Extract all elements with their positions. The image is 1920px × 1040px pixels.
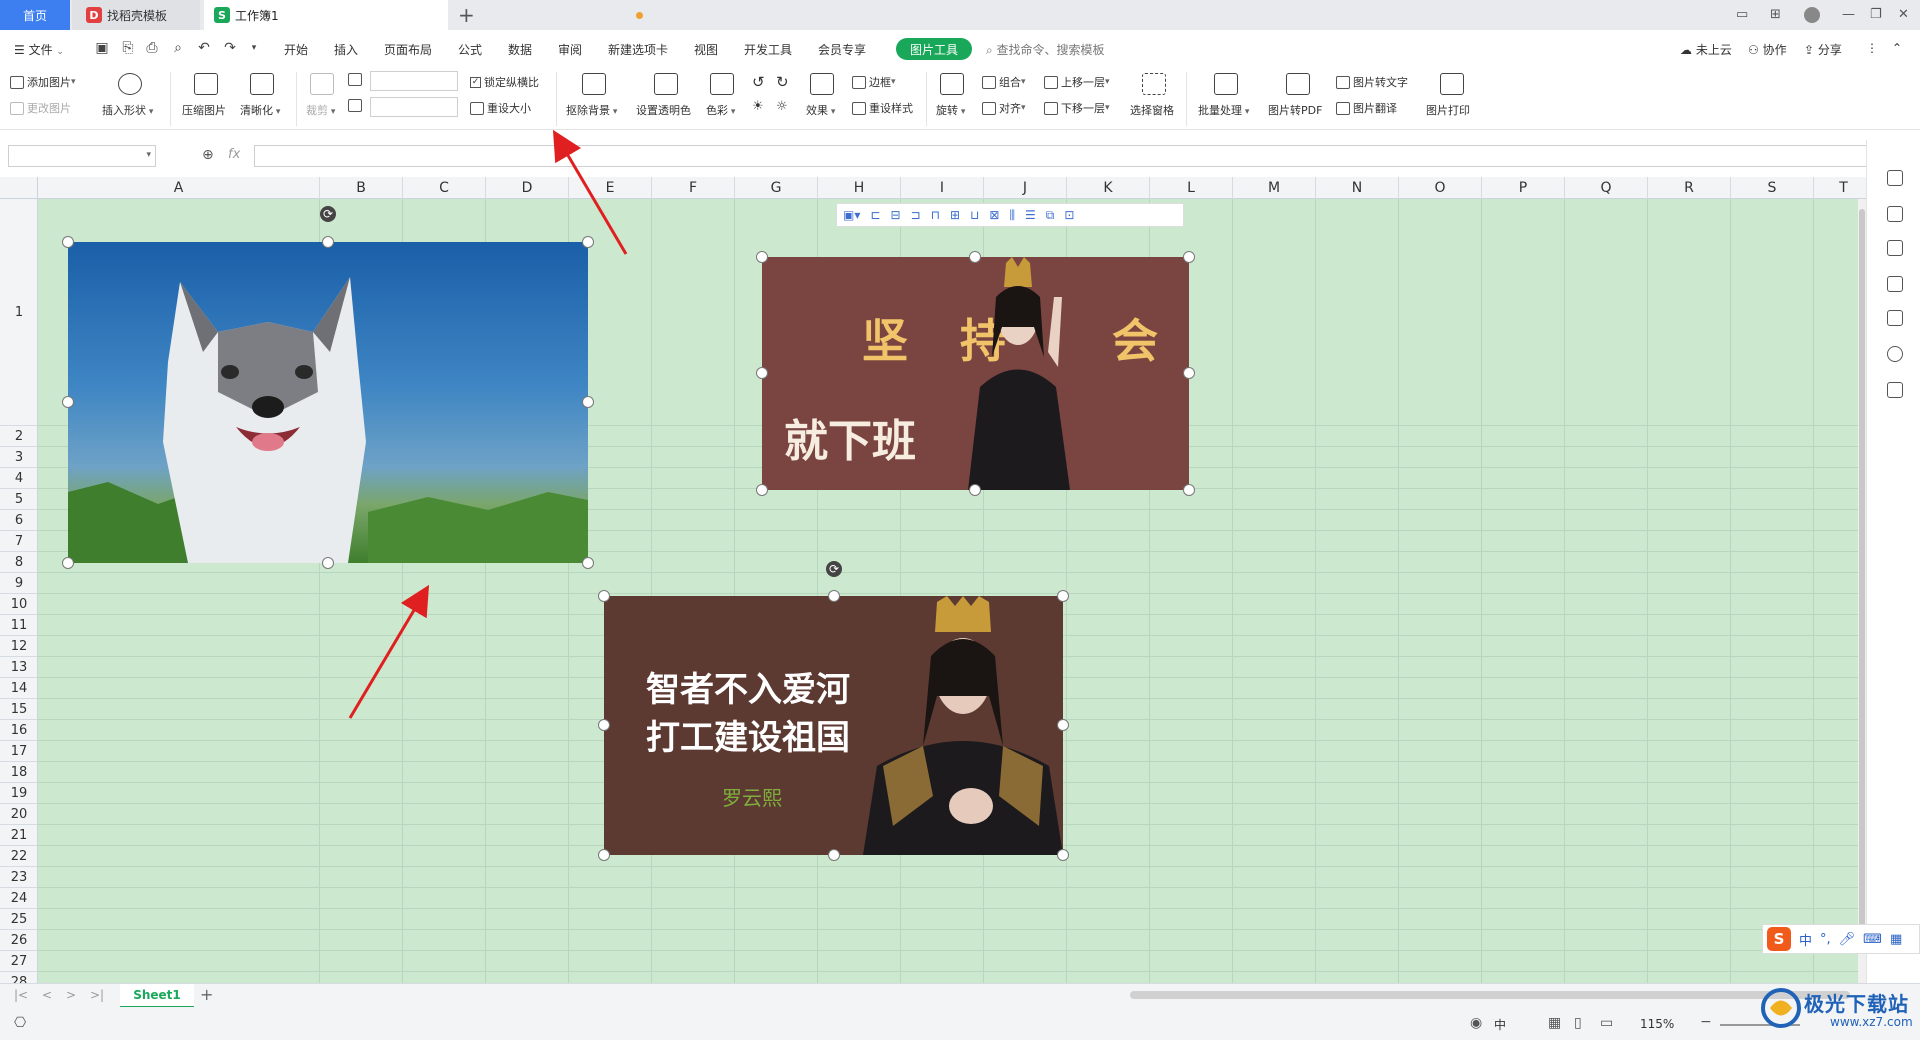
- eye-protect-icon[interactable]: ◉: [1470, 1015, 1482, 1031]
- ime-punctuation[interactable]: °,: [1820, 932, 1831, 947]
- location-icon[interactable]: [1887, 346, 1903, 362]
- prev-sheet-icon[interactable]: <: [42, 988, 52, 1002]
- sheet-tab-sheet1[interactable]: Sheet1: [120, 984, 194, 1008]
- ime-keyboard-icon[interactable]: ⌨: [1863, 932, 1882, 947]
- page-layout-view-icon[interactable]: ▯: [1574, 1015, 1582, 1031]
- ime-mode[interactable]: 中: [1799, 930, 1812, 949]
- macro-record-icon[interactable]: ⎔: [14, 1015, 26, 1031]
- sheet-tab-bar: |< < > >| Sheet1 +: [0, 983, 1920, 1008]
- normal-view-icon[interactable]: ▦: [1548, 1015, 1561, 1031]
- settings-sliders-icon[interactable]: [1887, 240, 1903, 256]
- ime-mic-icon[interactable]: 🎤︎: [1839, 932, 1856, 947]
- first-sheet-icon[interactable]: |<: [14, 988, 28, 1002]
- page-break-view-icon[interactable]: ▭: [1600, 1015, 1613, 1031]
- sogou-ime-logo-icon: S: [1767, 927, 1791, 951]
- site-watermark: 极光下载站 www.xz7.com: [1760, 985, 1920, 1040]
- ime-toolbar: S 中 °, 🎤︎ ⌨ ▦: [1762, 924, 1920, 954]
- picture-effects-icon[interactable]: [1887, 310, 1903, 326]
- annotation-arrow-to-reset-size: [552, 129, 628, 255]
- zoom-out-icon[interactable]: −: [1700, 1014, 1712, 1030]
- last-sheet-icon[interactable]: >|: [90, 988, 104, 1002]
- book-icon[interactable]: [1887, 382, 1903, 398]
- status-bar: ⎔ ◉ 中 ▦ ▯ ▭ 115% −: [0, 1007, 1920, 1040]
- zoom-level[interactable]: 115%: [1640, 1017, 1674, 1031]
- crop-frame-icon[interactable]: [1887, 276, 1903, 292]
- next-sheet-icon[interactable]: >: [66, 988, 76, 1002]
- select-cursor-icon[interactable]: [1887, 206, 1903, 222]
- watermark-url: www.xz7.com: [1830, 1015, 1913, 1029]
- ime-skin-icon[interactable]: ▦: [1890, 932, 1902, 947]
- annotation-arrow-to-picture: [348, 584, 430, 719]
- shape-style-icon[interactable]: [1887, 170, 1903, 186]
- annotation-arrows: [348, 129, 628, 719]
- input-mode-indicator[interactable]: 中: [1494, 1016, 1506, 1033]
- right-task-pane-bar: [1866, 140, 1920, 983]
- watermark-text: 极光下载站: [1804, 992, 1909, 1016]
- horizontal-scrollbar[interactable]: [1130, 991, 1850, 999]
- watermark-logo-icon: [1761, 988, 1801, 1028]
- add-sheet-button[interactable]: +: [200, 985, 213, 1004]
